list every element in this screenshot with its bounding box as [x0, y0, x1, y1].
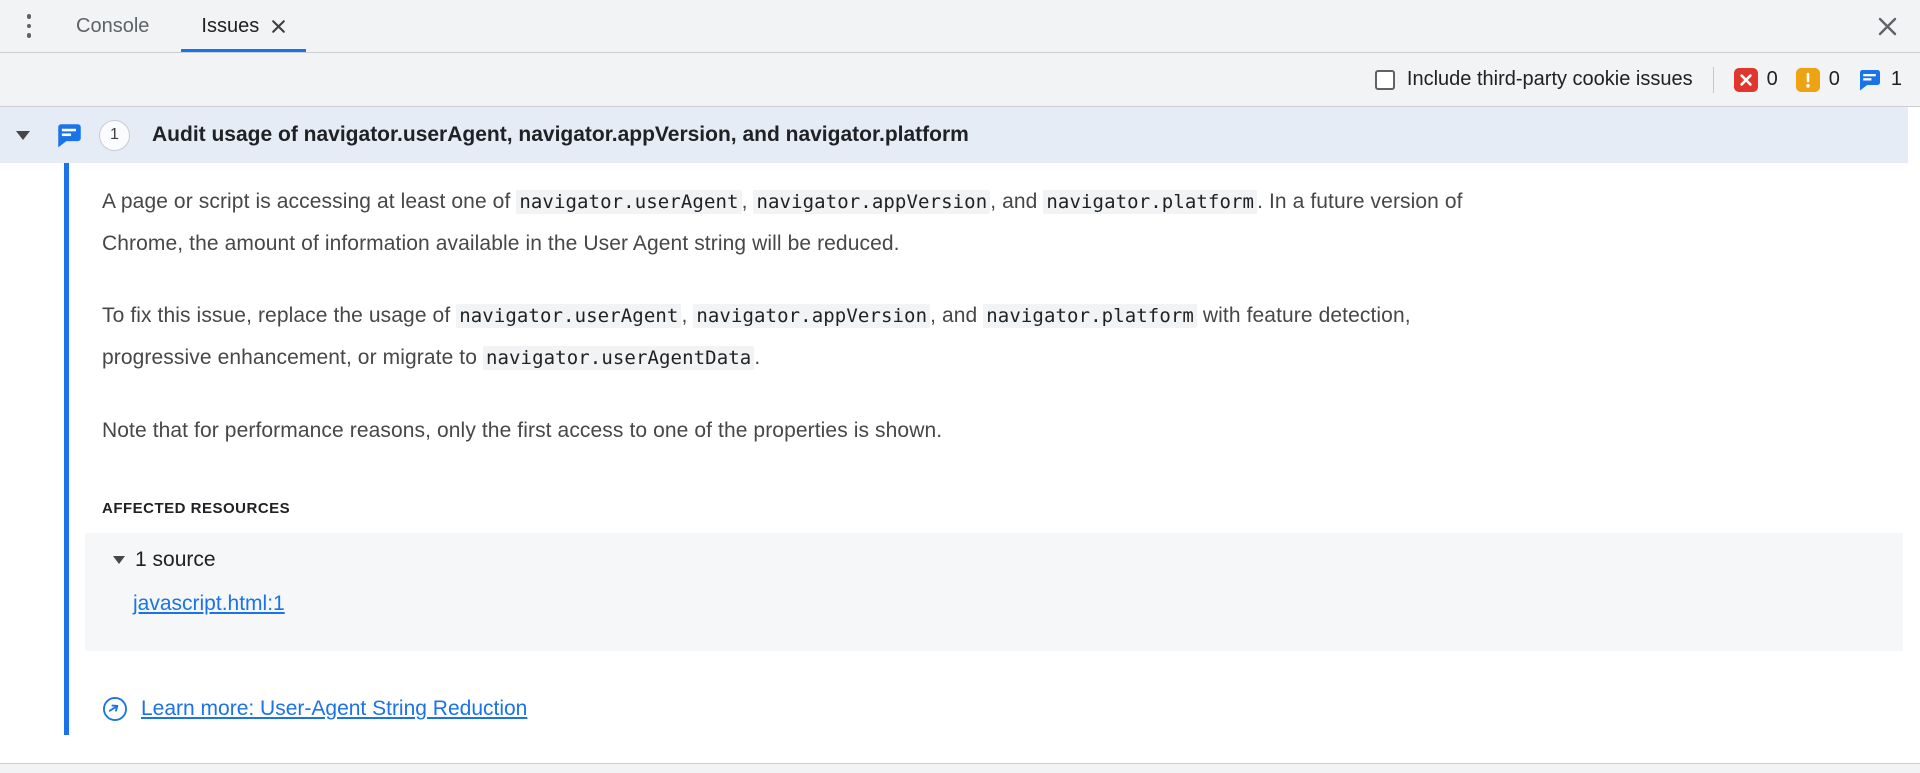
issue-title: Audit usage of navigator.userAgent, navi… — [152, 123, 969, 147]
third-party-cookie-label: Include third-party cookie issues — [1407, 68, 1693, 91]
error-badge-icon — [1734, 68, 1758, 92]
page-errors-count-group: 0 — [1734, 68, 1778, 92]
more-tools-menu-icon[interactable] — [22, 10, 36, 42]
third-party-cookie-checkbox[interactable] — [1375, 70, 1395, 90]
messages-count: 1 — [1891, 68, 1902, 91]
sources-caret-icon — [113, 556, 125, 564]
page-errors-count: 0 — [1767, 68, 1778, 91]
tab-close-icon[interactable] — [271, 19, 286, 34]
toolbar-divider — [1713, 67, 1714, 93]
learn-more-row: Learn more: User-Agent String Reduction — [102, 695, 1908, 723]
issue-count-badge: 1 — [99, 120, 130, 151]
issue-description-paragraph: To fix this issue, replace the usage of … — [102, 295, 1908, 379]
tab-console[interactable]: Console — [54, 0, 171, 52]
expand-caret-icon[interactable] — [16, 131, 30, 140]
tab-bar: Console Issues — [0, 0, 1920, 53]
tab-console-label: Console — [76, 15, 149, 38]
message-badge-icon — [1858, 68, 1882, 92]
affected-resources-box: 1 source javascript.html:1 — [85, 533, 1903, 651]
learn-more-link[interactable]: Learn more: User-Agent String Reduction — [141, 697, 527, 721]
issues-toolbar: Include third-party cookie issues 0 0 1 — [0, 53, 1920, 107]
issue-card: 1 Audit usage of navigator.userAgent, na… — [0, 107, 1908, 735]
close-panel-icon[interactable] — [1877, 16, 1898, 37]
panel-bottom-strip — [0, 763, 1920, 773]
sources-toggle[interactable]: 1 source — [113, 545, 1903, 575]
tab-issues-label: Issues — [201, 15, 259, 38]
issue-body: A page or script is accessing at least o… — [64, 163, 1908, 735]
warning-badge-icon — [1796, 68, 1820, 92]
source-link[interactable]: javascript.html:1 — [133, 592, 285, 615]
affected-resources-heading: AFFECTED RESOURCES — [102, 499, 1908, 519]
issue-description-paragraph: Note that for performance reasons, only … — [102, 410, 1908, 451]
issue-header[interactable]: 1 Audit usage of navigator.userAgent, na… — [0, 107, 1908, 163]
learn-more-arrow-icon — [102, 696, 128, 722]
sources-toggle-label: 1 source — [135, 545, 216, 575]
issue-description-paragraph: A page or script is accessing at least o… — [102, 181, 1908, 264]
warnings-count-group: 0 — [1796, 68, 1840, 92]
messages-count-group: 1 — [1858, 68, 1902, 92]
tab-issues[interactable]: Issues — [181, 0, 306, 52]
devtools-issues-panel: Console Issues Include third-party cooki… — [0, 0, 1920, 773]
warnings-count: 0 — [1829, 68, 1840, 91]
source-link-row: javascript.html:1 — [133, 589, 1903, 621]
improvement-message-icon — [56, 122, 83, 149]
